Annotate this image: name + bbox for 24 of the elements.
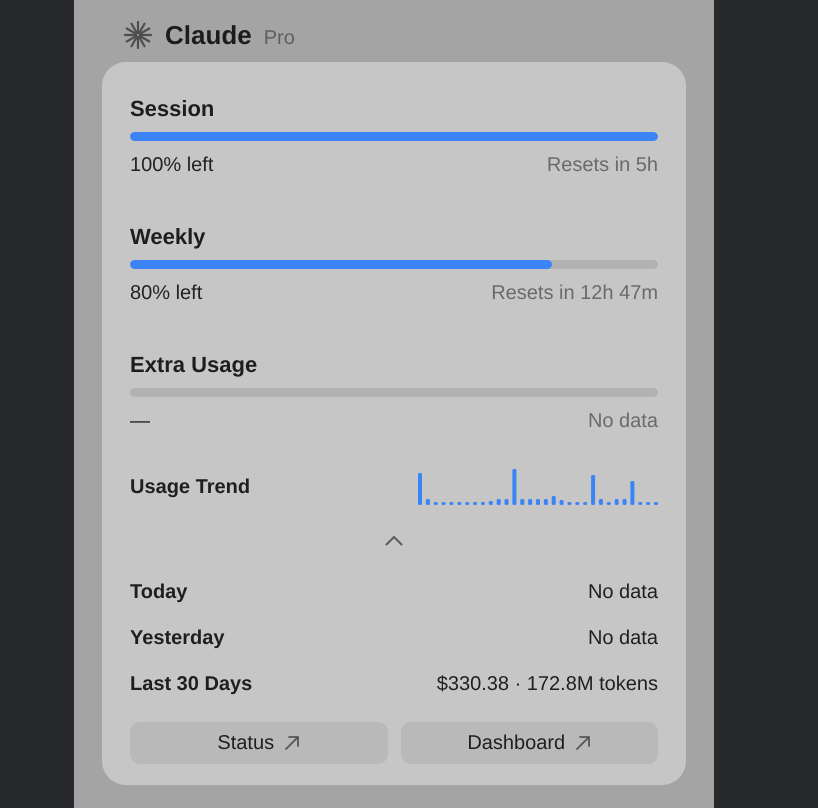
period-value: No data [588,580,658,605]
chevron-up-icon[interactable] [385,535,403,546]
arrow-up-right-icon [575,735,592,751]
reset-label: Resets in 5h [546,153,658,178]
trend-label: Usage Trend [130,475,250,500]
remaining-label: 100% left [130,153,214,178]
external-link-button[interactable]: Status [130,722,388,764]
period-label: Today [130,580,188,605]
external-link-button[interactable]: Dashboard [400,722,658,764]
plan-label: Pro [264,26,295,51]
meter-title: Weekly [130,223,206,251]
reset-label: No data [588,409,658,434]
period-label: Yesterday [130,626,225,651]
period-value: No data [588,626,658,651]
period-label: Last 30 Days [130,672,252,697]
remaining-label: 80% left [130,281,202,306]
period-value: $330.38 · 172.8M tokens [436,672,658,697]
remaining-label: — [130,409,150,434]
sunburst-logo-icon [124,21,152,49]
reset-label: Resets in 12h 47m [491,281,658,306]
arrow-up-right-icon [284,735,300,751]
meter-title: Session [130,95,216,123]
meter-title: Extra Usage [130,351,258,379]
app-title: Claude [165,19,252,52]
